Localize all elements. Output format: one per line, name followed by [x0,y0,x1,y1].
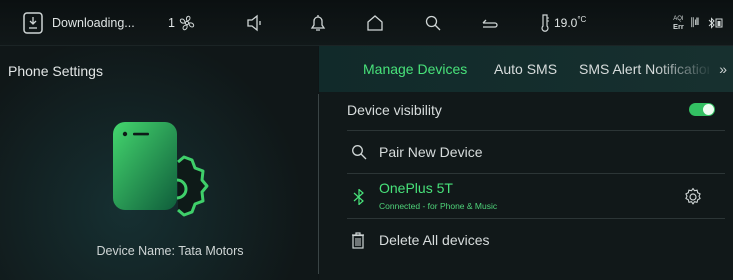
tab-manage-devices[interactable]: Manage Devices [363,46,467,92]
search-icon[interactable] [424,0,442,45]
device-settings-gear-icon[interactable] [683,187,703,212]
fan-icon [178,14,196,32]
delete-all-devices-row[interactable]: Delete All devices [347,219,725,261]
download-status: Downloading... [52,15,135,30]
delete-all-devices-label: Delete All devices [379,232,490,248]
bell-icon[interactable] [309,0,327,45]
temperature-value: 19.0°C [554,15,587,30]
left-panel: Phone Settings Device Name: Tata Motors [0,46,318,280]
pair-new-device-row[interactable]: Pair New Device [347,131,725,174]
pair-new-device-label: Pair New Device [379,144,483,160]
device-connection-status: Connected - for Phone & Music [379,201,498,211]
trash-icon [351,232,365,254]
home-icon[interactable] [366,0,384,45]
tab-fade [654,46,714,92]
bluetooth-battery-icon [708,0,724,45]
fan-speed: 1 [168,15,175,30]
return-icon[interactable] [480,0,498,45]
aqi-indicator: AQI Err [673,15,684,31]
tab-bar: Manage Devices Auto SMS SMS Alert Notifi… [319,46,733,92]
device-visibility-toggle[interactable] [689,103,715,116]
thermometer-icon [540,13,550,33]
device-row-oneplus[interactable]: OnePlus 5T Connected - for Phone & Music [347,174,725,219]
phone-settings-icon [108,120,228,235]
signal-icon: ∥ıll [690,17,699,28]
right-panel: Manage Devices Auto SMS SMS Alert Notifi… [319,46,733,280]
device-visibility-label: Device visibility [347,102,442,118]
temperature-display[interactable]: 19.0°C [540,0,586,45]
volume-icon[interactable] [246,0,264,45]
page-title: Phone Settings [8,63,103,79]
toggle-knob [703,104,714,115]
device-name-label: Device Name: Tata Motors [96,244,244,258]
bluetooth-icon [353,188,365,210]
status-bar: Downloading... 1 19.0°C AQI Err ∥ıll [0,0,733,46]
download-icon[interactable] [22,0,44,45]
tabs-scroll-right-icon[interactable]: » [719,46,727,92]
device-visibility-row: Device visibility [347,92,725,131]
search-icon [351,144,367,165]
fan-control[interactable]: 1 [168,0,196,45]
tab-auto-sms[interactable]: Auto SMS [494,46,557,92]
device-name: OnePlus 5T [379,180,453,196]
